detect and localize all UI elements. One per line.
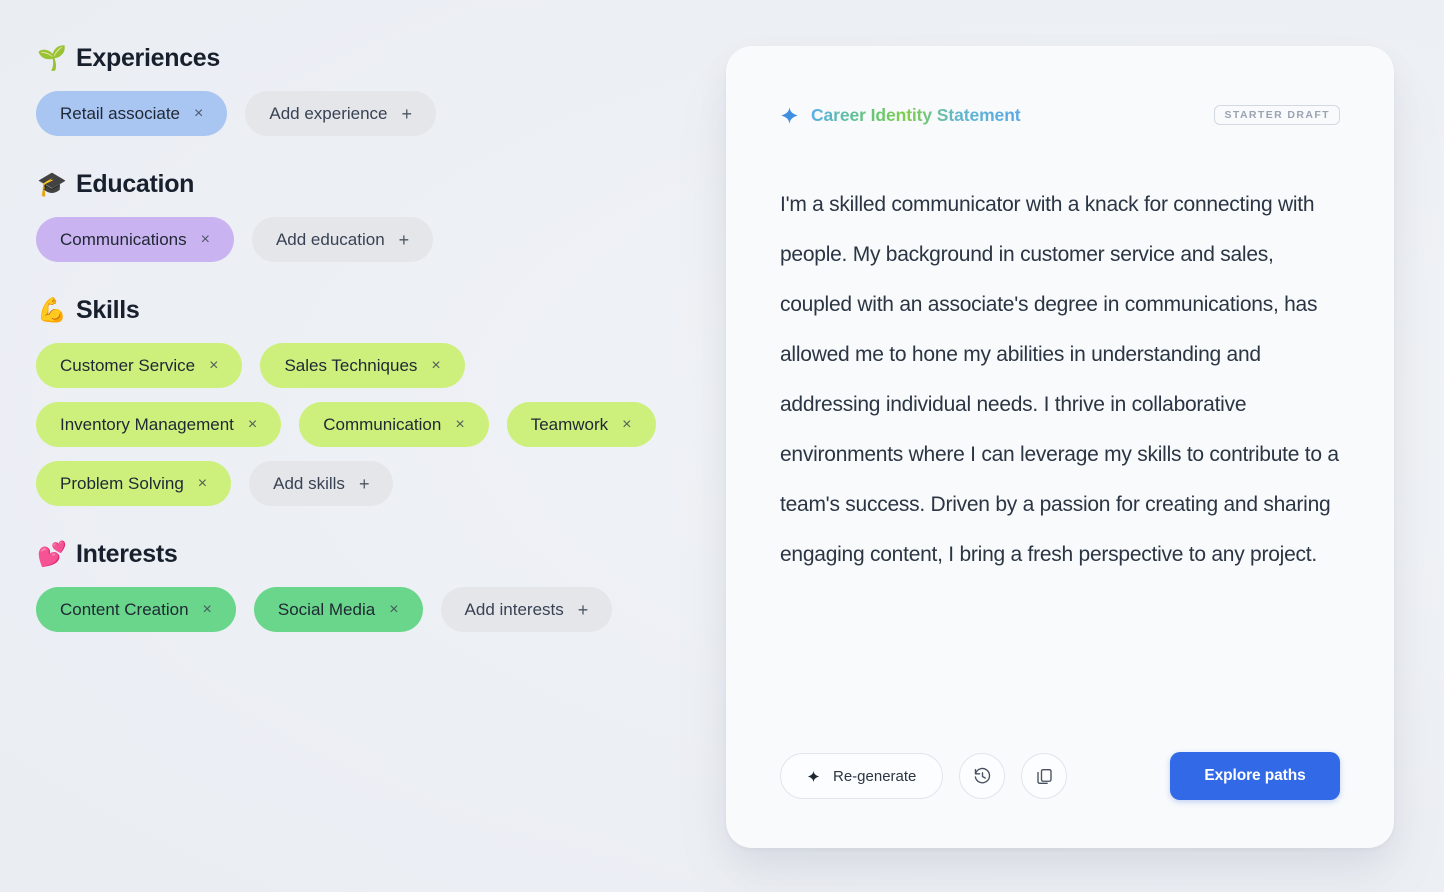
section-interests: 💕 Interests Content Creation × Social Media ×… xyxy=(36,540,706,632)
chip-skills[interactable]: Teamwork × xyxy=(506,402,656,447)
chip-row-education: Communications × Add education + xyxy=(36,217,676,262)
section-skills: 💪 Skills Customer Service × Sales Techniques… xyxy=(36,296,706,506)
card-action-bar: Re-generate Explore paths xyxy=(780,752,1340,800)
chip-remove-icon[interactable]: × xyxy=(203,601,212,618)
chip-remove-icon[interactable]: × xyxy=(455,416,464,433)
card-header: Career Identity Statement STARTER DRAFT xyxy=(780,102,1340,128)
sparkle-icon xyxy=(807,770,820,782)
card-title: Career Identity Statement xyxy=(811,104,1021,125)
chip-label: Sales Techniques xyxy=(284,355,418,375)
chip-remove-icon[interactable]: × xyxy=(198,475,207,492)
regenerate-button-label: Re-generate xyxy=(833,767,917,785)
chip-label: Communications xyxy=(60,229,187,249)
explore-paths-button[interactable]: Explore paths xyxy=(1170,752,1340,800)
add-skills-button[interactable]: Add skills + xyxy=(249,461,394,506)
add-button-label: Add interests xyxy=(464,599,564,619)
chip-label: Problem Solving xyxy=(60,473,184,493)
plus-icon: + xyxy=(401,103,413,124)
chip-label: Retail associate xyxy=(60,103,181,123)
add-button-label: Add education xyxy=(275,229,385,249)
add-education-button[interactable]: Add education + xyxy=(251,217,434,262)
chip-interests[interactable]: Content Creation × xyxy=(36,587,236,632)
section-header-interests: 💕 Interests xyxy=(36,540,706,569)
chip-label: Teamwork xyxy=(530,414,609,434)
two-hearts-emoji: 💕 xyxy=(37,540,67,568)
chip-skills[interactable]: Communication × xyxy=(299,402,489,447)
chip-skills[interactable]: Customer Service × xyxy=(36,343,243,388)
section-title-education: Education xyxy=(76,170,195,198)
career-identity-card: Career Identity Statement STARTER DRAFT … xyxy=(726,46,1394,848)
add-experiences-button[interactable]: Add experience + xyxy=(245,91,437,136)
plus-icon: + xyxy=(577,599,589,620)
chip-label: Customer Service xyxy=(60,355,196,375)
chip-education[interactable]: Communications × xyxy=(36,217,234,262)
chip-remove-icon[interactable]: × xyxy=(622,416,631,433)
section-title-skills: Skills xyxy=(76,296,140,324)
chip-row-interests: Content Creation × Social Media × Add intere… xyxy=(36,587,676,632)
chip-skills[interactable]: Sales Techniques × xyxy=(260,343,465,388)
section-title-experiences: Experiences xyxy=(76,44,221,72)
section-header-skills: 💪 Skills xyxy=(36,296,706,325)
card-header-left: Career Identity Statement xyxy=(780,105,1021,126)
section-title-interests: Interests xyxy=(76,540,178,568)
chip-remove-icon[interactable]: × xyxy=(194,105,203,122)
chip-label: Social Media xyxy=(277,599,376,619)
chip-remove-icon[interactable]: × xyxy=(248,416,257,433)
section-experiences: 🌱 Experiences Retail associate × Add experie… xyxy=(36,44,706,136)
copy-button[interactable] xyxy=(1021,753,1068,799)
career-identity-statement-text: I'm a skilled communicator with a knack … xyxy=(780,193,1339,566)
section-education: 🎓 Education Communications × Add education + xyxy=(36,170,706,262)
graduation-cap-emoji: 🎓 xyxy=(37,170,67,198)
chip-row-skills: Customer Service × Sales Techniques × Invent… xyxy=(36,343,676,506)
flexed-biceps-emoji: 💪 xyxy=(37,296,67,324)
add-button-label: Add skills xyxy=(273,473,345,493)
chip-experiences[interactable]: Retail associate × xyxy=(36,91,228,136)
chip-remove-icon[interactable]: × xyxy=(209,357,218,374)
status-badge: STARTER DRAFT xyxy=(1213,104,1340,126)
chip-interests[interactable]: Social Media × xyxy=(253,587,423,632)
history-button[interactable] xyxy=(959,753,1006,799)
chip-remove-icon[interactable]: × xyxy=(431,357,440,374)
app-root: 🌱 Experiences Retail associate × Add experie… xyxy=(0,0,1444,892)
section-header-education: 🎓 Education xyxy=(36,170,706,199)
plus-icon: + xyxy=(398,229,410,250)
history-icon xyxy=(974,767,991,783)
copy-icon xyxy=(1037,768,1052,784)
chip-label: Inventory Management xyxy=(60,414,234,434)
add-interests-button[interactable]: Add interests + xyxy=(440,587,613,632)
chip-label: Communication xyxy=(323,414,442,434)
regenerate-button[interactable]: Re-generate xyxy=(780,753,944,799)
chip-remove-icon[interactable]: × xyxy=(389,601,398,618)
chip-row-experiences: Retail associate × Add experience + xyxy=(36,91,676,136)
chip-skills[interactable]: Problem Solving × xyxy=(36,461,232,506)
add-button-label: Add experience xyxy=(269,103,388,123)
chip-skills[interactable]: Inventory Management × xyxy=(36,402,282,447)
profile-panel: 🌱 Experiences Retail associate × Add experie… xyxy=(0,0,706,892)
seedling-emoji: 🌱 xyxy=(37,44,67,72)
chip-remove-icon[interactable]: × xyxy=(201,231,210,248)
chip-label: Content Creation xyxy=(60,599,189,619)
section-header-experiences: 🌱 Experiences xyxy=(36,44,706,73)
sparkle-icon xyxy=(781,106,798,124)
plus-icon: + xyxy=(358,473,370,494)
